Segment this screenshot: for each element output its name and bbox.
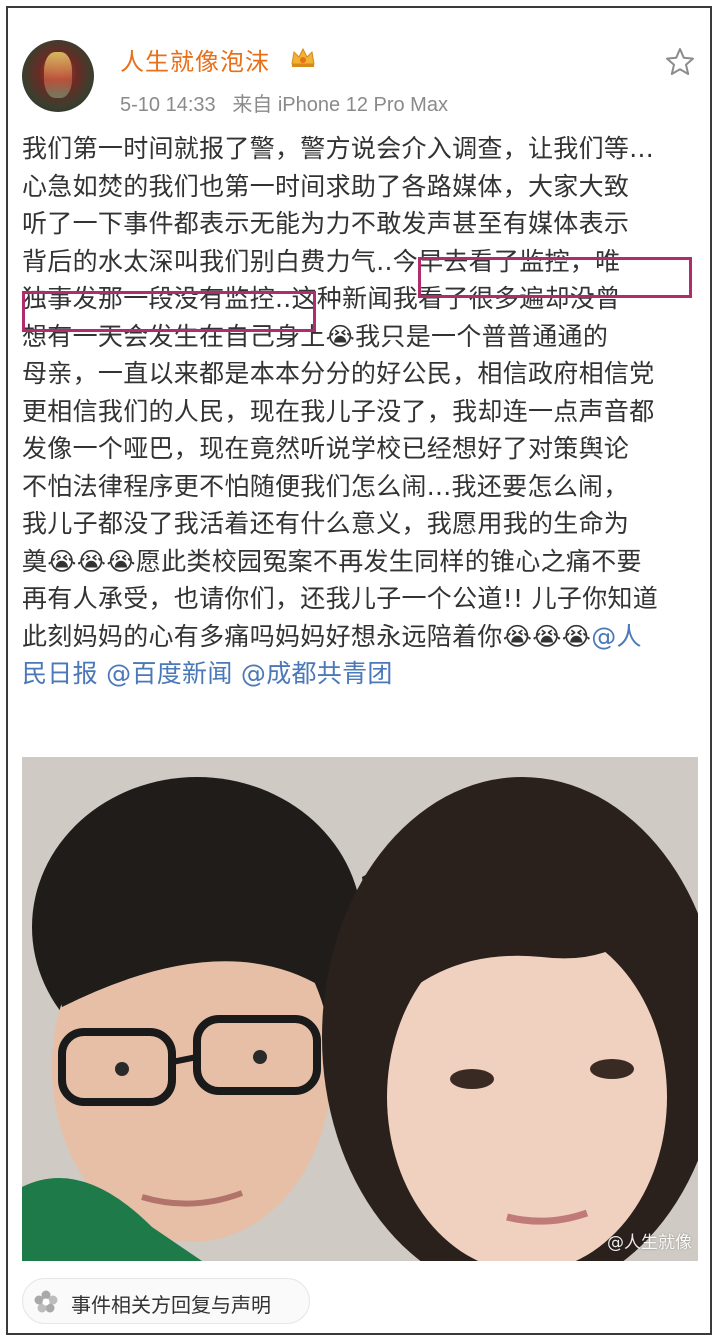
post-line: 奠😭😭😭愿此类校园冤案不再发生同样的锥心之痛不要 bbox=[22, 546, 642, 576]
post-line: 母亲，一直以来都是本本分分的好公民，相信政府相信党 bbox=[22, 359, 655, 388]
crown-badge-icon bbox=[291, 47, 315, 67]
post-line: 此刻妈妈的心有多痛吗妈妈好想永远陪着你😭😭😭 bbox=[22, 621, 592, 651]
post-source: 来自 iPhone 12 Pro Max bbox=[232, 94, 448, 116]
topic-flower-icon bbox=[34, 1290, 58, 1313]
post-line: 听了一下事件都表示无能为力不敢发声甚至有媒体表示 bbox=[22, 209, 630, 238]
photo-illustration bbox=[22, 757, 698, 1261]
post-body: 我们第一时间就报了警，警方说会介入调查，让我们等... 心急如焚的我们也第一时间… bbox=[22, 130, 704, 693]
post-line: 不怕法律程序更不怕随便我们怎么闹...我还要怎么闹， bbox=[22, 471, 629, 501]
mention-link[interactable]: @人 bbox=[591, 622, 642, 651]
photo-watermark: @人生就像 bbox=[607, 1233, 692, 1253]
post-photo[interactable]: @人生就像 bbox=[22, 757, 698, 1261]
highlight-box-no-footage bbox=[22, 291, 316, 332]
post-line: 我们第一时间就报了警，警方说会介入调查，让我们等... bbox=[22, 134, 654, 163]
favorite-star-icon[interactable] bbox=[664, 46, 696, 78]
mentions-line[interactable]: 民日报 @百度新闻 @成都共青团 bbox=[22, 655, 704, 693]
right-eye bbox=[590, 1059, 634, 1079]
post-line-with-mention: 此刻妈妈的心有多痛吗妈妈好想永远陪着你😭😭😭@人 bbox=[22, 618, 704, 656]
avatar-figure bbox=[44, 52, 72, 98]
highlight-box-surveillance bbox=[418, 257, 692, 298]
post-line: 再有人承受，也请你们，还我儿子一个公道!! 儿子你知道 bbox=[22, 584, 659, 613]
topic-label: 事件相关方回复与声明 bbox=[71, 1293, 271, 1317]
post-line: 心急如焚的我们也第一时间求助了各路媒体，大家大致 bbox=[22, 171, 630, 201]
author-name[interactable]: 人生就像泡沫 bbox=[120, 42, 270, 77]
left-eye bbox=[253, 1050, 267, 1064]
post-meta: 5-10 14:33 来自 iPhone 12 Pro Max bbox=[120, 88, 448, 117]
post-line: 我儿子都没了我活着还有什么意义，我愿用我的生命为 bbox=[22, 509, 630, 538]
topic-chip[interactable]: 事件相关方回复与声明 bbox=[22, 1278, 310, 1324]
user-avatar[interactable] bbox=[22, 40, 94, 112]
post-line: 发像一个哑巴，现在竟然听说学校已经想好了对策舆论 bbox=[22, 434, 630, 463]
post-timestamp: 5-10 14:33 bbox=[120, 94, 216, 116]
post-line: 更相信我们的人民，现在我儿子没了，我却连一点声音都 bbox=[22, 396, 655, 426]
right-eye bbox=[450, 1069, 494, 1089]
left-eye bbox=[115, 1062, 129, 1076]
